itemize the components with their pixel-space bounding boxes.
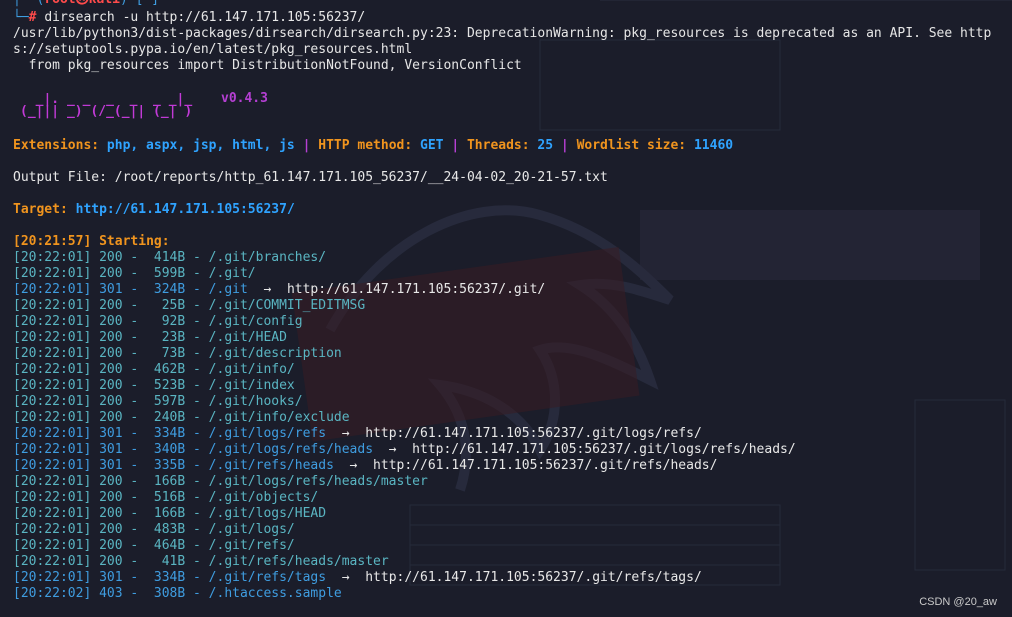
result-row: [20:22:01] 200 - 414B - /.git/branches/ <box>13 250 326 266</box>
result-text: [20:22:01] 301 - 340B - /.git/logs/refs/… <box>13 442 374 457</box>
result-row: [20:22:01] 200 - 166B - /.git/logs/refs/… <box>13 474 428 490</box>
result-text: [20:22:01] 200 - 523B - /.git/index <box>13 378 295 393</box>
result-row: [20:22:01] 200 - 516B - /.git/objects/ <box>13 490 318 506</box>
redirect-url: http://61.147.171.105:56237/.git/logs/re… <box>412 442 796 457</box>
result-text: [20:22:01] 200 - 599B - /.git/ <box>13 266 256 281</box>
result-text: [20:22:01] 200 - 483B - /.git/logs/ <box>13 522 295 537</box>
target-line: Target: http://61.147.171.105:56237/ <box>13 202 295 217</box>
output-file-line: Output File: /root/reports/http_61.147.1… <box>13 170 608 185</box>
result-row: [20:22:01] 301 - 334B - /.git/refs/tags … <box>13 570 702 586</box>
redirect-arrow-icon: → <box>247 282 287 297</box>
redirect-url: http://61.147.171.105:56237/.git/ <box>286 282 546 297</box>
result-row: [20:22:01] 200 - 597B - /.git/hooks/ <box>13 394 303 410</box>
result-text: [20:22:01] 200 - 23B - /.git/HEAD <box>13 330 287 345</box>
result-row: [20:22:01] 200 - 41B - /.git/refs/heads/… <box>13 554 389 570</box>
result-row: [20:22:01] 200 - 464B - /.git/refs/ <box>13 538 295 554</box>
redirect-arrow-icon: → <box>326 426 366 441</box>
result-row: [20:22:01] 301 - 340B - /.git/logs/refs/… <box>13 442 796 458</box>
redirect-arrow-icon: → <box>373 442 413 457</box>
result-row: [20:22:01] 301 - 334B - /.git/logs/refs … <box>13 426 702 442</box>
csdn-watermark: CSDN @20_aw <box>919 596 997 608</box>
result-text: [20:22:01] 200 - 516B - /.git/objects/ <box>13 490 319 505</box>
result-row: [20:22:01] 301 - 335B - /.git/refs/heads… <box>13 458 717 474</box>
redirect-url: http://61.147.171.105:56237/.git/refs/ta… <box>365 570 702 585</box>
result-row: [20:22:01] 200 - 92B - /.git/config <box>13 314 303 330</box>
result-text: [20:22:01] 301 - 335B - /.git/refs/heads <box>13 458 334 473</box>
result-text: [20:22:01] 200 - 73B - /.git/description <box>13 346 342 361</box>
terminal-window[interactable]: ┌──(root㉿kali)-[~] └─# dirsearch -u http… <box>0 0 1012 617</box>
warning-line-2: s://setuptools.pypa.io/en/latest/pkg_res… <box>13 42 413 57</box>
result-text: [20:22:01] 301 - 324B - /.git <box>13 282 248 297</box>
warning-line-1: /usr/lib/python3/dist-packages/dirsearch… <box>13 26 992 41</box>
result-text: [20:22:01] 200 - 92B - /.git/config <box>13 314 303 329</box>
banner-art-2: (_||| _) (/_(_|| (_| ) <box>20 104 193 119</box>
target-url: http://61.147.171.105:56237/ <box>75 202 295 217</box>
result-text: [20:22:01] 200 - 25B - /.git/COMMIT_EDIT… <box>13 298 366 313</box>
result-text: [20:22:01] 200 - 414B - /.git/branches/ <box>13 250 327 265</box>
starting-line: [20:21:57] Starting: <box>13 234 170 249</box>
result-text: [20:22:01] 200 - 166B - /.git/logs/HEAD <box>13 506 327 521</box>
result-text: [20:22:01] 301 - 334B - /.git/refs/tags <box>13 570 327 585</box>
config-line: Extensions: php, aspx, jsp, html, js | H… <box>13 138 734 153</box>
prompt-line-1: ┌──(root㉿kali)-[~] <box>13 0 159 8</box>
redirect-arrow-icon: → <box>326 570 366 585</box>
result-text: [20:22:01] 200 - 166B - /.git/logs/refs/… <box>13 474 428 489</box>
command-line: └─# dirsearch -u http://61.147.171.105:5… <box>13 10 366 25</box>
result-text: [20:22:01] 200 - 462B - /.git/info/ <box>13 362 295 377</box>
result-text: [20:22:01] 200 - 597B - /.git/hooks/ <box>13 394 303 409</box>
redirect-url: http://61.147.171.105:56237/.git/logs/re… <box>365 426 702 441</box>
result-row: [20:22:01] 200 - 73B - /.git/description <box>13 346 342 362</box>
result-row: [20:22:01] 200 - 240B - /.git/info/exclu… <box>13 410 350 426</box>
result-text: [20:22:02] 403 - 308B - /.htaccess.sampl… <box>13 586 342 601</box>
result-text: [20:22:01] 200 - 464B - /.git/refs/ <box>13 538 295 553</box>
result-row: [20:22:01] 301 - 324B - /.git → http://6… <box>13 282 545 298</box>
result-row: [20:22:01] 200 - 599B - /.git/ <box>13 266 256 282</box>
command-text: dirsearch -u http://61.147.171.105:56237… <box>44 10 366 25</box>
result-row: [20:22:02] 403 - 308B - /.htaccess.sampl… <box>13 586 342 602</box>
result-row: [20:22:01] 200 - 462B - /.git/info/ <box>13 362 295 378</box>
result-text: [20:22:01] 200 - 41B - /.git/refs/heads/… <box>13 554 389 569</box>
banner-version: v0.4.3 <box>221 91 268 106</box>
result-text: [20:22:01] 200 - 240B - /.git/info/exclu… <box>13 410 350 425</box>
result-row: [20:22:01] 200 - 523B - /.git/index <box>13 378 295 394</box>
result-row: [20:22:01] 200 - 23B - /.git/HEAD <box>13 330 287 346</box>
result-row: [20:22:01] 200 - 25B - /.git/COMMIT_EDIT… <box>13 298 365 314</box>
redirect-url: http://61.147.171.105:56237/.git/refs/he… <box>373 458 718 473</box>
redirect-arrow-icon: → <box>333 458 374 473</box>
result-row: [20:22:01] 200 - 483B - /.git/logs/ <box>13 522 295 538</box>
result-row: [20:22:01] 200 - 166B - /.git/logs/HEAD <box>13 506 326 522</box>
result-text: [20:22:01] 301 - 334B - /.git/logs/refs <box>13 426 327 441</box>
warning-line-3: from pkg_resources import DistributionNo… <box>13 58 522 73</box>
